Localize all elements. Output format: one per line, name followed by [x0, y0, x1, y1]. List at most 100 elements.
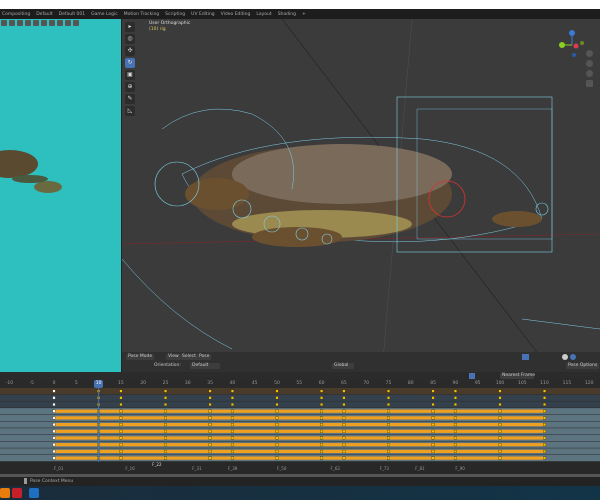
ruler-tick: 20 [140, 381, 147, 386]
keyframe [52, 456, 56, 460]
timeline-marker[interactable]: F_62 [331, 466, 340, 471]
keyframe [543, 389, 547, 393]
keyframe [119, 456, 123, 460]
menu-pose[interactable]: Pose [197, 354, 212, 360]
timeline-marker[interactable]: F_90 [455, 466, 464, 471]
ruler-tick: 95 [474, 381, 481, 386]
keyframe [320, 443, 324, 447]
keyframe [543, 409, 547, 413]
workspace-tab[interactable]: Default 001 [59, 12, 85, 17]
overlay-toggle-icon[interactable] [522, 354, 529, 360]
cursor-icon[interactable]: ◎ [125, 34, 135, 44]
keyframe [208, 429, 212, 433]
workspace-tab[interactable]: UV Editing [191, 12, 214, 17]
timeline-marker[interactable]: F_01 [54, 466, 63, 471]
filter-icon[interactable] [469, 373, 475, 379]
keyframe [119, 429, 123, 433]
transform-icon[interactable]: ⊕ [125, 82, 135, 92]
left-viewport[interactable] [0, 19, 121, 372]
measure-icon[interactable]: ◺ [125, 106, 135, 116]
keyframe [119, 449, 123, 453]
keyframe [543, 423, 547, 427]
3d-viewport[interactable] [122, 19, 600, 372]
keyframe [342, 436, 346, 440]
keyframe [208, 443, 212, 447]
shading-material-icon[interactable] [570, 354, 576, 360]
scale-icon[interactable]: ▣ [125, 70, 135, 80]
tool-shelf: ▸ ◎ ✣ ↻ ▣ ⊕ ✎ ◺ [125, 22, 136, 116]
keyframe [431, 436, 435, 440]
status-bar: Pose Context Menu [0, 477, 600, 486]
timeline-marker[interactable]: F_81 [415, 466, 424, 471]
keyframe [275, 456, 279, 460]
keyframe [453, 396, 457, 400]
keyframe [52, 416, 56, 420]
frame-ruler[interactable]: -10 -5 0 5 10 15 20 25 30 35 40 45 50 55 60 65 70 75 80 85 9… [0, 380, 600, 388]
marker-row[interactable]: F_01 F_16 F_22 F_31 F_39 F_50 F_62 F_73 F_81 F_90 [0, 462, 600, 474]
keyframe [387, 423, 390, 427]
workspace-tab[interactable]: + [302, 12, 306, 17]
camera-icon[interactable] [586, 70, 593, 77]
transform-orientation-select[interactable]: Global [332, 363, 354, 369]
timeline-marker[interactable]: F_31 [192, 466, 201, 471]
ruler-tick: 45 [251, 381, 258, 386]
chat-taskbar-icon[interactable] [12, 488, 22, 498]
keyframe [543, 449, 547, 453]
dopesheet-channels[interactable] [0, 388, 600, 462]
keyframe [119, 436, 123, 440]
keyframe [498, 429, 502, 433]
hold-bar [54, 456, 545, 460]
keyframe [453, 403, 457, 406]
keyframe [342, 429, 346, 433]
keyframe [119, 403, 123, 406]
timeline-marker[interactable]: F_22 [152, 462, 161, 467]
blender-taskbar-icon[interactable] [0, 488, 10, 498]
keyframe [52, 429, 56, 433]
workspace-tabs: Compositing Default Default 001 Game Logic M… [0, 9, 600, 19]
orientation-select[interactable]: Default [190, 363, 220, 369]
snap-mode-select[interactable]: Nearest Frame [500, 373, 535, 379]
workspace-tab[interactable]: Scripting [165, 12, 185, 17]
workspace-tab[interactable]: Default [36, 12, 52, 17]
workspace-tab[interactable]: Compositing [2, 12, 30, 17]
keyframe [230, 409, 234, 413]
menu-view[interactable]: View [166, 354, 181, 360]
keyframe [342, 443, 346, 447]
keyframe [275, 423, 279, 427]
workspace-tab[interactable]: Game Logic [91, 12, 118, 17]
shading-solid-icon[interactable] [562, 354, 568, 360]
keyframe [498, 403, 502, 406]
keyframe [453, 429, 457, 433]
workspace-tab[interactable]: Motion Tracking [124, 12, 159, 17]
pan-hand-icon[interactable] [586, 60, 593, 67]
move-icon[interactable]: ✣ [125, 46, 135, 56]
workspace-tab[interactable]: Shading [278, 12, 296, 17]
ruler-tick: 100 [495, 381, 505, 386]
workspace-tab[interactable]: Video Editing [221, 12, 251, 17]
ruler-tick: 75 [385, 381, 392, 386]
timeline-marker[interactable]: F_16 [125, 466, 134, 471]
timeline-marker[interactable]: F_73 [380, 466, 389, 471]
hold-bar [54, 436, 545, 440]
zoom-icon[interactable] [586, 50, 593, 57]
menu-select[interactable]: Select [180, 354, 198, 360]
keyframe [230, 449, 234, 453]
cursor-select-icon[interactable]: ▸ [125, 22, 135, 32]
timeline-marker[interactable]: F_39 [228, 466, 237, 471]
current-frame-indicator[interactable]: 10 [94, 380, 104, 388]
workspace-tab[interactable]: Layout [256, 12, 271, 17]
rotate-icon[interactable]: ↻ [125, 58, 135, 68]
viewport-nav-buttons [586, 50, 593, 87]
annotate-icon[interactable]: ✎ [125, 94, 135, 104]
pose-options-button[interactable]: Pose Options [566, 363, 600, 369]
keyframe [543, 416, 547, 420]
timeline-marker[interactable]: F_50 [277, 466, 286, 471]
keyframe [320, 456, 324, 460]
mode-select[interactable]: Pose Mode [126, 354, 155, 360]
keyframe [164, 456, 167, 460]
keyframe [230, 396, 234, 400]
keyframe [52, 423, 56, 427]
keyframe [275, 416, 279, 420]
grid-view-icon[interactable] [586, 80, 593, 87]
app-taskbar-icon[interactable] [29, 488, 39, 498]
